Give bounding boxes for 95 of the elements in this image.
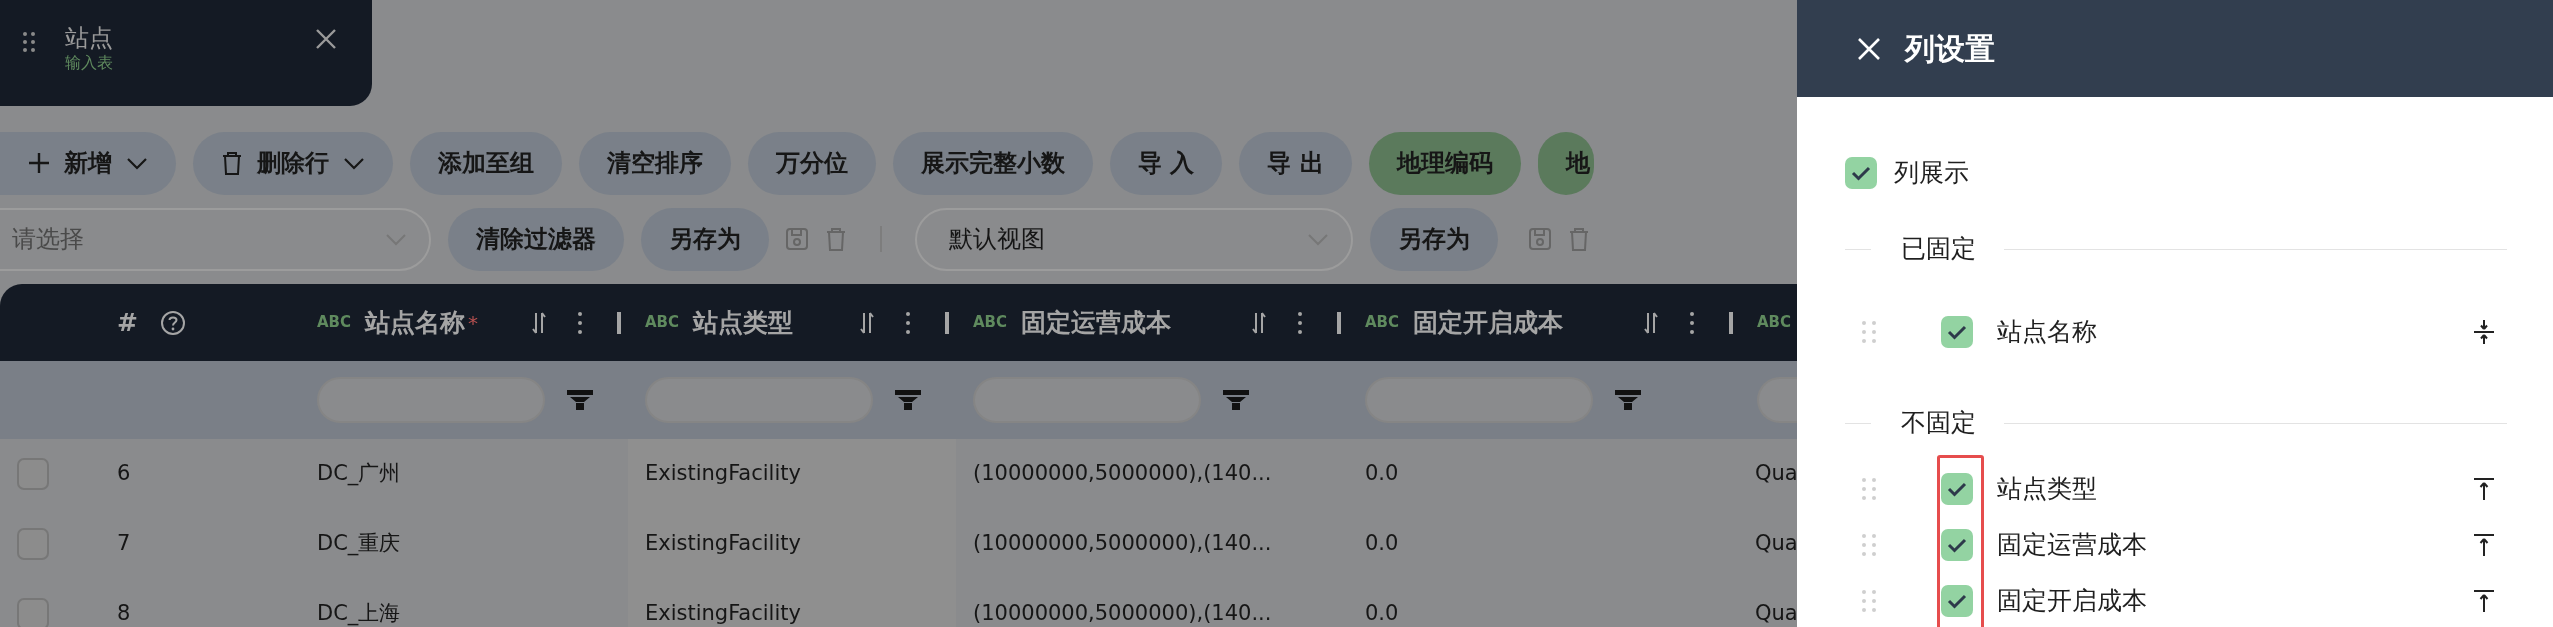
toolbar-button[interactable]: 地理编码 (1368, 131, 1521, 195)
table-cell-text: Qua (1755, 600, 1797, 627)
column-header: 站点类型 (693, 306, 794, 339)
table-cell-text: (10000000,5000000),(140... (973, 530, 1272, 558)
toolbar-button[interactable]: 添加至组 (410, 131, 562, 195)
sort-icon[interactable] (1251, 310, 1267, 335)
column-type-tag: ABC (1757, 311, 1792, 334)
column-header: # (117, 306, 138, 339)
table-cell-text: ExistingFacility (645, 530, 801, 558)
check-icon (1947, 481, 1967, 497)
checkbox[interactable] (1941, 473, 1973, 505)
resize-handle-icon[interactable] (617, 311, 621, 334)
resize-handle-icon[interactable] (1729, 311, 1733, 334)
filter-icon[interactable] (567, 390, 593, 410)
filter-icon[interactable] (1223, 390, 1249, 410)
table-cell-text: ExistingFacility (645, 460, 801, 488)
view-select[interactable]: 默认视图 (915, 207, 1353, 271)
pin-to-top-icon[interactable] (2473, 533, 2495, 557)
filter-input[interactable] (1757, 377, 1797, 423)
table-cell-text: ExistingFacility (645, 600, 801, 627)
close-icon[interactable] (315, 28, 337, 50)
more-icon[interactable] (577, 310, 583, 335)
drag-handle-icon[interactable] (1861, 477, 1877, 501)
tab-title: 站点 (65, 24, 114, 53)
table-cell-text: (10000000,5000000),(140... (973, 600, 1272, 627)
check-icon (1947, 324, 1967, 340)
toolbar-button[interactable]: 导 出 (1239, 131, 1352, 195)
column-name: 站点名称 (1997, 316, 2097, 349)
column-name: 固定运营成本 (1997, 529, 2147, 562)
check-icon (1947, 537, 1967, 553)
column-name: 站点类型 (1997, 473, 2097, 506)
save-as-button[interactable]: 另存为 (641, 207, 769, 271)
pin-to-top-icon[interactable] (2473, 589, 2495, 613)
column-header: 固定运营成本 (1021, 306, 1172, 339)
table-cell-text: (10000000,5000000),(140... (973, 460, 1272, 488)
table-cell-text: 0.0 (1365, 460, 1399, 488)
unpin-icon[interactable] (2473, 319, 2495, 345)
toolbar-button[interactable]: 万分位 (748, 131, 876, 195)
tab-subtitle: 输入表 (65, 52, 114, 74)
filter-icon[interactable] (1615, 390, 1641, 410)
clear-filter-button[interactable]: 清除过滤器 (448, 207, 624, 271)
plus-icon (28, 152, 50, 174)
pin-to-top-icon[interactable] (2473, 477, 2495, 501)
drag-handle-icon[interactable] (1861, 589, 1877, 613)
more-icon[interactable] (1297, 310, 1303, 335)
trash-icon (221, 151, 243, 175)
filter-select[interactable]: 请选择 (0, 207, 431, 271)
caret-icon (126, 155, 148, 171)
checkbox[interactable] (1941, 316, 1973, 348)
column-header: 站点名称 (365, 306, 466, 339)
section-title: 已固定 (1901, 233, 1976, 266)
caret-icon (343, 155, 365, 171)
checkbox-label: 列展示 (1894, 157, 1969, 190)
column-name: 固定开启成本 (1997, 585, 2147, 618)
column-type-tag: ABC (317, 311, 352, 334)
check-icon (1851, 165, 1871, 181)
more-icon[interactable] (905, 310, 911, 335)
table-cell-text: Qua (1755, 530, 1797, 558)
more-icon[interactable] (1689, 310, 1695, 335)
column-header: 固定开启成本 (1413, 306, 1564, 339)
row-number: 8 (117, 600, 131, 627)
sort-icon[interactable] (859, 310, 875, 335)
table-cell-text: Qua (1755, 460, 1797, 488)
table-cell-text: DC_上海 (317, 600, 401, 627)
required-mark: * (468, 309, 479, 337)
column-type-tag: ABC (645, 311, 680, 334)
checkbox[interactable] (1941, 529, 1973, 561)
checkbox[interactable] (1941, 585, 1973, 617)
resize-handle-icon[interactable] (945, 311, 949, 334)
toolbar-button[interactable]: 删除行 (193, 131, 393, 195)
sort-icon[interactable] (1643, 310, 1659, 335)
drag-handle-icon[interactable] (1861, 533, 1877, 557)
row-number: 6 (117, 460, 131, 488)
column-type-tag: ABC (1365, 311, 1400, 334)
row-number: 7 (117, 530, 131, 558)
column-type-tag: ABC (973, 311, 1008, 334)
toolbar-button[interactable]: 清空排序 (579, 131, 731, 195)
table-cell-text: DC_重庆 (317, 530, 401, 558)
help-icon[interactable] (159, 309, 186, 336)
resize-handle-icon[interactable] (1337, 311, 1341, 334)
drag-handle-icon[interactable] (1861, 320, 1877, 344)
toolbar-button[interactable]: 展示完整小数 (893, 131, 1093, 195)
toolbar-button[interactable]: 新增 (0, 131, 176, 195)
save-as-button[interactable]: 另存为 (1370, 207, 1498, 271)
toolbar-button[interactable]: 导 入 (1110, 131, 1223, 195)
table-cell-text: 0.0 (1365, 530, 1399, 558)
filter-icon[interactable] (895, 390, 921, 410)
drawer-title: 列设置 (1905, 30, 1995, 68)
sort-icon[interactable] (531, 310, 547, 335)
table-cell-text: DC_广州 (317, 460, 401, 488)
section-title: 不固定 (1901, 407, 1976, 440)
table-cell-text: 0.0 (1365, 600, 1399, 627)
toolbar-button[interactable]: 地 (1537, 131, 1594, 195)
check-icon (1947, 593, 1967, 609)
checkbox[interactable] (1845, 157, 1877, 189)
